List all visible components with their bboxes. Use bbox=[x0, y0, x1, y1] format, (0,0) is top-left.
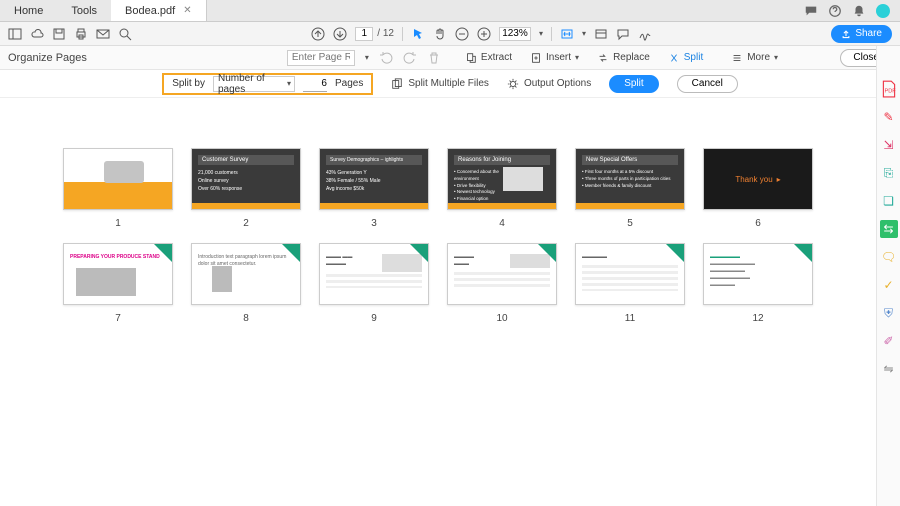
rail-compare-icon[interactable]: ⇋ bbox=[880, 360, 898, 378]
cloud-icon[interactable] bbox=[30, 27, 44, 41]
split-multiple-button[interactable]: Split Multiple Files bbox=[391, 78, 489, 90]
tab-tools[interactable]: Tools bbox=[57, 0, 111, 21]
page-thumb-4[interactable]: Reasons for Joining• Concerned about the… bbox=[447, 148, 557, 229]
split-button[interactable]: Split bbox=[664, 49, 707, 67]
save-icon[interactable] bbox=[52, 27, 66, 41]
comment-tool-icon[interactable] bbox=[616, 27, 630, 41]
svg-text:PDF: PDF bbox=[884, 88, 896, 94]
share-label: Share bbox=[855, 28, 882, 39]
fit-caret-icon[interactable]: ▾ bbox=[582, 29, 586, 38]
more-button[interactable]: More▾ bbox=[727, 49, 782, 67]
chat-icon[interactable] bbox=[804, 4, 818, 18]
bell-icon[interactable] bbox=[852, 4, 866, 18]
rail-fill-icon[interactable]: ✐ bbox=[880, 332, 898, 350]
page-thumb-7[interactable]: PREPARING YOUR PRODUCE STAND 7 bbox=[63, 243, 173, 324]
page-thumb-8[interactable]: Introduction text paragraph lorem ipsum … bbox=[191, 243, 301, 324]
avatar[interactable] bbox=[876, 4, 890, 18]
split-by-label: Split by bbox=[172, 78, 205, 89]
mail-icon[interactable] bbox=[96, 27, 110, 41]
zoom-out-icon[interactable] bbox=[455, 27, 469, 41]
page-current-input[interactable] bbox=[355, 27, 373, 41]
page-total: / 12 bbox=[377, 28, 394, 39]
split-options-bar: Split by Number of pages▾ Pages Split Mu… bbox=[0, 70, 900, 98]
tab-file-label: Bodea.pdf bbox=[125, 5, 175, 17]
search-icon[interactable] bbox=[118, 27, 132, 41]
rail-protect-icon[interactable]: ⛨ bbox=[880, 304, 898, 322]
trash-icon[interactable] bbox=[427, 51, 441, 65]
tab-bar: Home Tools Bodea.pdf ✕ bbox=[0, 0, 900, 22]
range-caret-icon[interactable]: ▾ bbox=[365, 53, 369, 62]
hand-icon[interactable] bbox=[433, 27, 447, 41]
fit-width-icon[interactable] bbox=[560, 27, 574, 41]
page-thumb-2[interactable]: Customer Survey21,000 customersOnline su… bbox=[191, 148, 301, 229]
split-cancel-button[interactable]: Cancel bbox=[677, 75, 738, 93]
rail-edit-icon[interactable]: ✎ bbox=[880, 108, 898, 126]
share-button[interactable]: Share bbox=[831, 25, 892, 43]
organize-title: Organize Pages bbox=[8, 52, 87, 64]
split-count-input[interactable] bbox=[303, 76, 327, 92]
page-down-icon[interactable] bbox=[333, 27, 347, 41]
split-by-dropdown[interactable]: Number of pages▾ bbox=[213, 76, 295, 92]
tab-file[interactable]: Bodea.pdf ✕ bbox=[111, 0, 207, 21]
rotate-cw-icon[interactable] bbox=[403, 51, 417, 65]
print-icon[interactable] bbox=[74, 27, 88, 41]
insert-button[interactable]: Insert▾ bbox=[526, 49, 583, 67]
main-toolbar: / 12 ▾ ▾ Share bbox=[0, 22, 900, 46]
rail-pdf-icon[interactable]: PDF bbox=[880, 80, 898, 98]
organize-bar: Organize Pages ▾ Extract Insert▾ Replace… bbox=[0, 46, 900, 70]
pointer-icon[interactable] bbox=[411, 27, 425, 41]
rail-export-icon[interactable]: ⇲ bbox=[880, 136, 898, 154]
tab-home[interactable]: Home bbox=[0, 0, 57, 21]
extract-button[interactable]: Extract bbox=[461, 49, 516, 67]
split-by-group: Split by Number of pages▾ Pages bbox=[162, 73, 373, 95]
output-options-button[interactable]: Output Options bbox=[507, 78, 591, 90]
replace-button[interactable]: Replace bbox=[593, 49, 654, 67]
split-pages-label: Pages bbox=[335, 78, 363, 89]
rail-combine-icon[interactable]: ❏ bbox=[880, 192, 898, 210]
rail-stamp-icon[interactable]: ✓ bbox=[880, 276, 898, 294]
page-thumb-10[interactable]: ▬▬▬▬▬▬▬ 10 bbox=[447, 243, 557, 324]
sign-icon[interactable] bbox=[638, 27, 652, 41]
page-thumb-3[interactable]: Survey Demographics – ighlights43% Gener… bbox=[319, 148, 429, 229]
rail-comment-icon[interactable]: 🗨 bbox=[880, 248, 898, 266]
tools-rail: PDF ✎ ⇲ ⎘ ❏ ⇆ 🗨 ✓ ⛨ ✐ ⇋ bbox=[876, 46, 900, 506]
help-icon[interactable] bbox=[828, 4, 842, 18]
read-mode-icon[interactable] bbox=[594, 27, 608, 41]
rail-create-icon[interactable]: ⎘ bbox=[880, 164, 898, 182]
page-thumb-9[interactable]: ▬▬▬ ▬▬▬▬▬▬ 9 bbox=[319, 243, 429, 324]
zoom-caret-icon[interactable]: ▾ bbox=[539, 29, 543, 38]
page-thumb-6[interactable]: Thank you▸ 6 bbox=[703, 148, 813, 229]
page-thumb-5[interactable]: New Special Offers• First four months at… bbox=[575, 148, 685, 229]
page-thumb-1[interactable]: 1 bbox=[63, 148, 173, 229]
zoom-in-icon[interactable] bbox=[477, 27, 491, 41]
split-confirm-button[interactable]: Split bbox=[609, 75, 658, 93]
page-range-input[interactable] bbox=[287, 50, 355, 66]
rotate-ccw-icon[interactable] bbox=[379, 51, 393, 65]
thumbnails-area: 1 Customer Survey21,000 customersOnline … bbox=[0, 98, 876, 506]
page-thumb-11[interactable]: ▬▬▬▬▬ 11 bbox=[575, 243, 685, 324]
page-thumb-12[interactable]: ▬▬▬▬▬▬▬▬▬▬▬▬▬▬▬▬▬▬▬▬▬▬▬▬▬▬▬▬▬▬▬▬▬▬▬ 12 bbox=[703, 243, 813, 324]
tab-close-icon[interactable]: ✕ bbox=[183, 5, 191, 16]
rail-organize-icon[interactable]: ⇆ bbox=[880, 220, 898, 238]
zoom-input[interactable] bbox=[499, 27, 531, 41]
page-up-icon[interactable] bbox=[311, 27, 325, 41]
sidebar-icon[interactable] bbox=[8, 27, 22, 41]
page-indicator: / 12 bbox=[355, 27, 394, 41]
